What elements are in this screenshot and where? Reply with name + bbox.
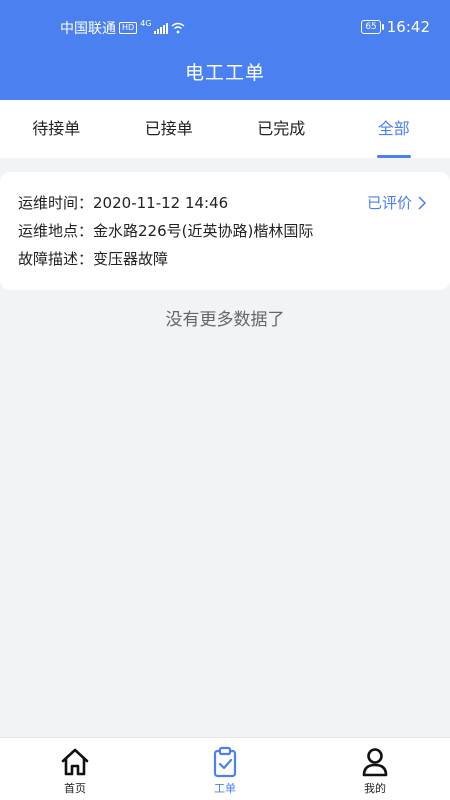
order-fault-value: 变压器故障 [93, 250, 169, 268]
carrier-name: 中国联通 [60, 21, 116, 37]
order-fault-label: 故障描述： [18, 250, 94, 268]
order-status-text: 已评价 [366, 194, 412, 212]
tab-label: 已完成 [257, 119, 306, 138]
user-icon [362, 748, 388, 777]
home-icon [61, 748, 89, 776]
tab-label: 全部 [377, 119, 410, 138]
tab-all[interactable]: 全部 [338, 100, 450, 158]
tab-bar: 待接单 已接单 已完成 全部 [0, 100, 450, 158]
status-right: 65 16:42 [361, 18, 430, 36]
tab-accepted[interactable]: 已接单 [113, 100, 226, 158]
tab-completed[interactable]: 已完成 [225, 100, 338, 158]
app-header: 中国联通 HD 4G 65 16:42 电工工单 [0, 0, 450, 100]
order-time-value: 2020-11-12 14:46 [93, 194, 229, 212]
battery-icon: 65 [361, 20, 385, 34]
hd-badge: HD [119, 22, 138, 34]
clock: 16:42 [386, 18, 430, 36]
order-location-label: 运维地点： [18, 222, 94, 240]
page-title: 电工工单 [184, 62, 265, 84]
signal-icon [154, 22, 169, 34]
order-fault-row: 故障描述：变压器故障 [18, 245, 432, 273]
nav-work-orders[interactable]: 工单 [150, 738, 300, 800]
nav-home[interactable]: 首页 [0, 738, 150, 800]
order-location-value: 金水路226号(近英协路)楷林国际 [93, 222, 314, 240]
clipboard-icon [213, 746, 237, 778]
network-type: 4G [140, 18, 152, 28]
nav-mine[interactable]: 我的 [300, 738, 450, 800]
order-status-link[interactable]: 已评价 [367, 189, 428, 217]
wifi-icon [172, 22, 185, 34]
carrier-info: 中国联通 HD 4G [60, 18, 185, 38]
tab-label: 已接单 [144, 119, 193, 138]
chevron-right-icon [418, 196, 427, 210]
tab-pending[interactable]: 待接单 [0, 100, 113, 158]
active-tab-indicator [376, 155, 411, 158]
status-bar: 中国联通 HD 4G 65 16:42 [0, 14, 450, 42]
order-time-label: 运维时间： [18, 194, 94, 212]
nav-label: 首页 [64, 782, 86, 795]
order-location-row: 运维地点：金水路226号(近英协路)楷林国际 [18, 217, 432, 245]
bottom-nav: 首页 工单 我的 [0, 737, 450, 800]
list-end-message: 没有更多数据了 [165, 310, 285, 330]
nav-label: 工单 [214, 782, 236, 795]
tab-label: 待接单 [32, 119, 81, 138]
nav-label: 我的 [364, 782, 386, 795]
order-card[interactable]: 运维时间：2020-11-12 14:46 运维地点：金水路226号(近英协路)… [0, 172, 450, 290]
